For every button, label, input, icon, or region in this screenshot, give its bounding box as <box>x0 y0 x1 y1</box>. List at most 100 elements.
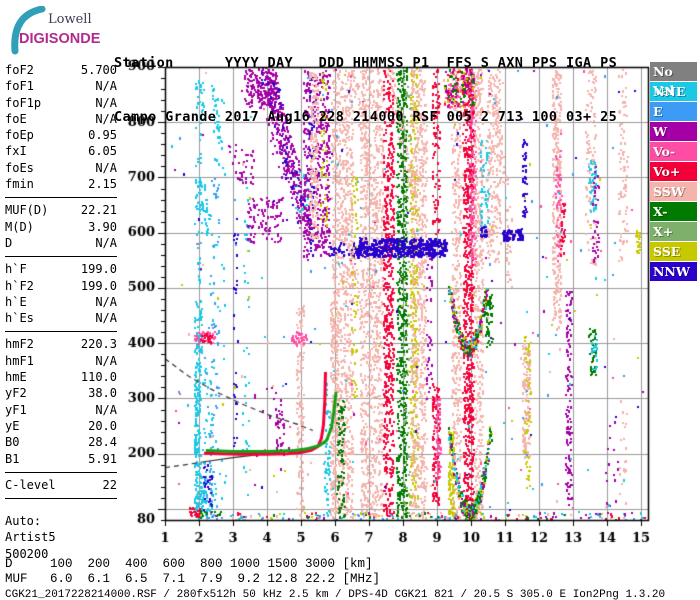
parameter-label: M(D) <box>5 219 34 234</box>
parameter-value: 5.91 <box>88 451 117 466</box>
parameter-group: C-level 22 <box>5 475 117 500</box>
parameter-row: fmin 2.15 <box>5 176 117 192</box>
parameter-value: N/A <box>95 311 117 326</box>
station-header: Station YYYY DAY DDD HHMMSS P1 FFS S AXN… <box>114 18 617 162</box>
status-line: CGK21_2017228214000.RSF / 280fx512h 50 k… <box>5 589 666 600</box>
parameter-label: MUF(D) <box>5 203 49 218</box>
parameter-row: h`E N/A <box>5 294 117 310</box>
parameter-row: hmF2 220.3 <box>5 336 117 352</box>
parameter-row: foF1p N/A <box>5 95 117 111</box>
parameter-label: D <box>5 235 13 250</box>
parameter-row: yE 20.0 <box>5 418 117 434</box>
parameter-value: 220.3 <box>80 337 117 352</box>
parameter-label: h`F <box>5 262 27 277</box>
header-values: Campo Grande 2017 Aug16 228 214000 RSF 0… <box>114 109 618 125</box>
parameter-row: hmE 110.0 <box>5 369 117 385</box>
autoscaling-info: Auto: Artist5 500200 <box>5 513 117 562</box>
parameter-row: foF1 N/A <box>5 78 117 94</box>
parameter-row: yF2 38.0 <box>5 385 117 401</box>
parameter-label: foF1p <box>5 95 42 110</box>
parameter-label: fmin <box>5 177 34 192</box>
parameter-row: foF2 5.700 <box>5 62 117 78</box>
parameter-row: B0 28.4 <box>5 434 117 450</box>
parameter-label: B1 <box>5 451 20 466</box>
parameter-row: foEp 0.95 <box>5 127 117 143</box>
parameter-label: foE <box>5 111 27 126</box>
legend-item-vo-: Vo- <box>650 142 697 161</box>
parameter-label: yF1 <box>5 402 27 417</box>
logo-digisonde-text: DIGISONDE <box>19 31 101 47</box>
parameter-value: N/A <box>95 294 117 309</box>
parameter-value: 199.0 <box>80 262 117 277</box>
legend-item-x-: X- <box>650 202 697 221</box>
parameter-label: hmF1 <box>5 353 34 368</box>
legend-item-no-val: No Val <box>650 62 697 98</box>
parameter-label: B0 <box>5 435 20 450</box>
parameter-value: N/A <box>95 111 117 126</box>
parameter-value: N/A <box>95 402 117 417</box>
logo-lowell-text: Lowell <box>48 12 92 27</box>
parameter-row: M(D) 3.90 <box>5 219 117 235</box>
legend-item-vo-: Vo+ <box>650 162 697 181</box>
logo-arc-icon: Lowell DIGISONDE <box>11 5 101 55</box>
parameter-value: 6.05 <box>88 144 117 159</box>
legend-item-x-: X+ <box>650 222 697 241</box>
parameter-row: foEs N/A <box>5 160 117 176</box>
autoscaling-line: Artist5 <box>5 530 56 545</box>
parameter-value: 38.0 <box>88 386 117 401</box>
parameter-row: h`F2 199.0 <box>5 278 117 294</box>
parameter-row: fxI 6.05 <box>5 143 117 159</box>
parameter-label: yE <box>5 418 20 433</box>
parameter-label: h`F2 <box>5 278 34 293</box>
footer: D 100 200 400 600 800 1000 1500 3000 [km… <box>5 557 665 600</box>
parameter-value: 3.90 <box>88 219 117 234</box>
parameter-value: N/A <box>95 95 117 110</box>
parameter-group: hmF2 220.3 hmF1 N/A hmE 110.0 yF2 38.0 yF1 N/A yE 2… <box>5 334 117 473</box>
parameter-value: N/A <box>95 235 117 250</box>
parameter-label: foEp <box>5 128 34 143</box>
legend-item-nnw: NNW <box>650 262 697 281</box>
parameter-row: hmF1 N/A <box>5 353 117 369</box>
parameter-row: yF1 N/A <box>5 402 117 418</box>
parameter-value: 20.0 <box>88 418 117 433</box>
parameter-value: 22 <box>102 477 117 492</box>
parameter-row: h`F 199.0 <box>5 261 117 277</box>
parameter-group: h`F 199.0 h`F2 199.0 h`E N/A h`Es N/A <box>5 259 117 333</box>
parameter-row: foE N/A <box>5 111 117 127</box>
parameter-value: 22.21 <box>80 203 117 218</box>
legend-item-sse: SSE <box>650 242 697 261</box>
parameter-row: C-level 22 <box>5 477 117 493</box>
parameter-label: C-level <box>5 477 56 492</box>
parameter-value: 0.95 <box>88 128 117 143</box>
parameter-row: h`Es N/A <box>5 310 117 326</box>
echo-type-legend: No ValNNEEWVo-Vo+SSWX-X+SSENNW <box>650 62 697 282</box>
parameter-value: N/A <box>95 353 117 368</box>
parameter-row: B1 5.91 <box>5 451 117 467</box>
header-column-titles: Station YYYY DAY DDD HHMMSS P1 FFS S AXN… <box>114 55 618 71</box>
parameter-label: h`E <box>5 294 27 309</box>
parameter-value: N/A <box>95 160 117 175</box>
parameter-value: 199.0 <box>80 278 117 293</box>
parameter-group: MUF(D) 22.21 M(D) 3.90 D N/A <box>5 200 117 258</box>
parameter-value: 110.0 <box>80 370 117 385</box>
autoscaling-line: Auto: <box>5 514 42 529</box>
parameter-value: 5.700 <box>80 63 117 77</box>
parameter-value: N/A <box>95 79 117 94</box>
parameter-group: foF2 5.700 foF1 N/A foF1p N/A foE N/A foEp 0.95 fx… <box>5 60 117 199</box>
muf-row: MUF 6.0 6.1 6.5 7.1 7.9 9.2 12.8 22.2 [M… <box>5 572 381 586</box>
parameter-label: yF2 <box>5 386 27 401</box>
legend-item-nne: NNE <box>650 82 697 101</box>
parameter-label: fxI <box>5 144 27 159</box>
parameter-label: hmF2 <box>5 337 34 352</box>
parameter-label: hmE <box>5 370 27 385</box>
distance-row: D 100 200 400 600 800 1000 1500 3000 [km… <box>5 557 373 571</box>
legend-item-ssw: SSW <box>650 182 697 201</box>
ionogram-app-window: { "logo": {"line1": "Lowell", "line2": "… <box>0 0 700 600</box>
parameter-value: 2.15 <box>88 177 117 192</box>
parameter-label: h`Es <box>5 311 34 326</box>
parameter-label: foF1 <box>5 79 34 94</box>
parameter-row: D N/A <box>5 235 117 251</box>
digisonde-logo: Lowell DIGISONDE <box>6 5 118 56</box>
legend-item-e: E <box>650 102 697 121</box>
parameter-label: foEs <box>5 160 34 175</box>
